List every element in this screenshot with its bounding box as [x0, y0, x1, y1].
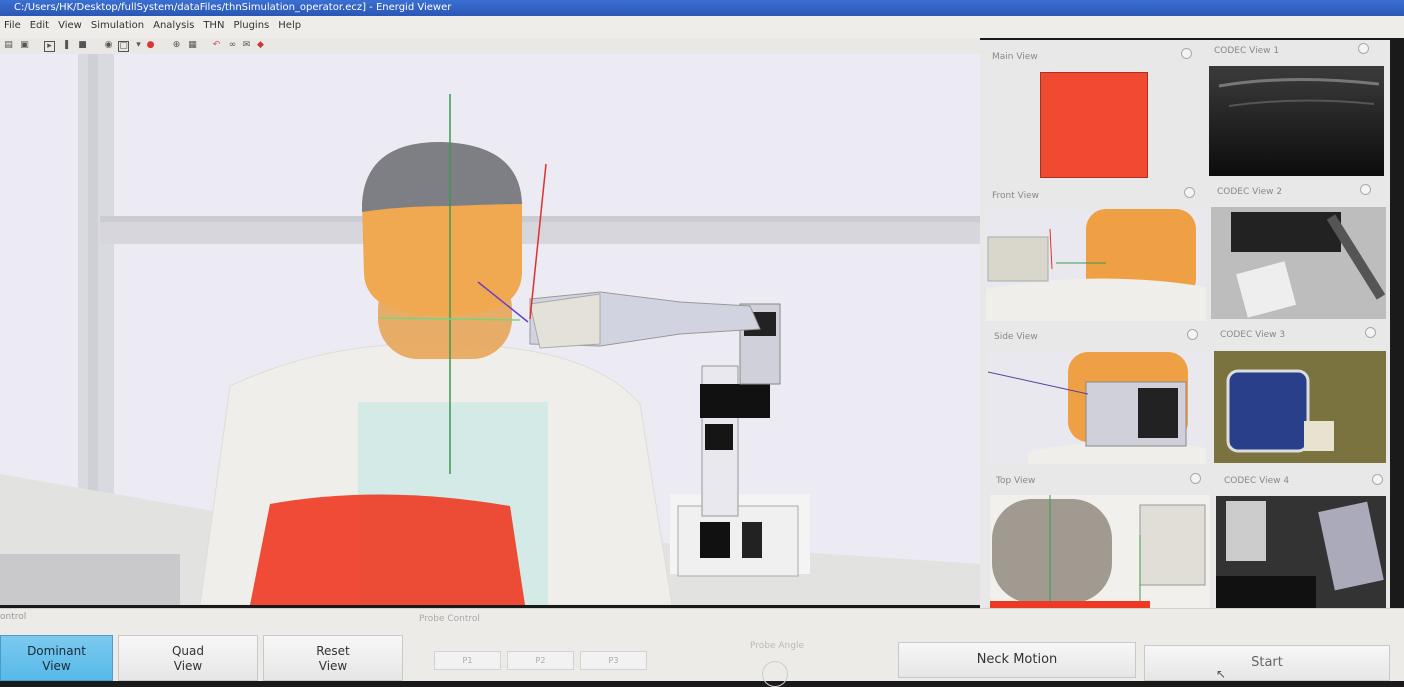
dominant-view-line1: Dominant: [27, 644, 86, 658]
gem-icon[interactable]: ◆: [256, 41, 265, 50]
codec-view-3-label: CODEC View 3: [1220, 330, 1286, 340]
chat-icon[interactable]: ✉: [242, 41, 251, 50]
quad-view-button[interactable]: Quad View: [118, 635, 258, 681]
stop-icon[interactable]: ■: [78, 41, 87, 50]
target-icon[interactable]: ⊕: [172, 41, 181, 50]
scene-render: [0, 54, 980, 605]
view-panel: Main View CODEC View 1 Front View CODEC …: [980, 40, 1390, 612]
control-panel: ontrol Probe Control Probe Angle Dominan…: [0, 608, 1404, 687]
quad-view-line1: Quad: [171, 644, 205, 658]
probe-angle-label: Probe Angle: [750, 641, 804, 651]
control-label: ontrol: [0, 612, 27, 622]
menu-bar: File Edit View Simulation Analysis THN Plugins…: [0, 16, 1404, 38]
codec-view-1-radio[interactable]: [1358, 43, 1369, 54]
main-view-swatch: [1040, 72, 1148, 178]
probe-control-label: Probe Control: [419, 614, 480, 624]
codec-view-4-label: CODEC View 4: [1224, 476, 1290, 486]
operator-hair: [362, 142, 522, 212]
link-icon[interactable]: ∞: [228, 41, 237, 50]
codec-view-2-label: CODEC View 2: [1217, 187, 1283, 197]
reset-view-line1: Reset: [316, 644, 350, 658]
menu-edit[interactable]: Edit: [26, 16, 54, 31]
neck-motion-button[interactable]: Neck Motion: [898, 642, 1136, 678]
simulation-viewport[interactable]: [0, 54, 980, 605]
probe-p1-button[interactable]: P1: [434, 651, 501, 670]
menu-thn[interactable]: THN: [199, 16, 229, 31]
side-view-image: [988, 352, 1206, 464]
front-view-label: Front View: [992, 191, 1039, 201]
quad-view-line2: View: [173, 659, 203, 673]
codec-view-3-radio[interactable]: [1365, 327, 1376, 338]
codec-view-2-image: [1211, 207, 1386, 319]
codec-view-3-image: [1214, 351, 1386, 463]
probe-p3-button[interactable]: P3: [580, 651, 647, 670]
codec-view-2-radio[interactable]: [1360, 184, 1371, 195]
codec-view-1-label: CODEC View 1: [1214, 46, 1280, 56]
menu-plugins[interactable]: Plugins: [229, 16, 274, 31]
front-view-image: [986, 209, 1206, 321]
mouse-cursor-icon: ↖: [1216, 667, 1227, 681]
top-view-image: [990, 495, 1210, 609]
menu-analysis[interactable]: Analysis: [149, 16, 199, 31]
top-view-radio[interactable]: [1190, 473, 1201, 484]
probe-angle-dial[interactable]: [762, 661, 788, 687]
menu-simulation[interactable]: Simulation: [87, 16, 149, 31]
codec-view-1-image: [1209, 66, 1384, 176]
menu-view[interactable]: View: [54, 16, 87, 31]
start-button[interactable]: Start: [1144, 645, 1390, 681]
undo-icon[interactable]: ↶: [212, 41, 221, 50]
window-title: C:/Users/HK/Desktop/fullSystem/dataFiles…: [14, 2, 452, 13]
window-title-bar: C:/Users/HK/Desktop/fullSystem/dataFiles…: [0, 0, 1404, 16]
probe-p2-button[interactable]: P2: [507, 651, 574, 670]
play-icon[interactable]: ▸: [44, 41, 55, 52]
grid-icon[interactable]: ▦: [188, 41, 197, 50]
open-folder-icon[interactable]: ▤: [4, 41, 13, 50]
front-view-radio[interactable]: [1184, 187, 1195, 198]
side-view-radio[interactable]: [1187, 329, 1198, 340]
top-view-label: Top View: [996, 476, 1036, 486]
main-view-radio[interactable]: [1181, 48, 1192, 59]
dominant-view-button[interactable]: Dominant View: [0, 635, 113, 681]
dominant-view-line2: View: [42, 659, 71, 673]
codec-view-4-image: [1216, 496, 1386, 610]
menu-file[interactable]: File: [0, 16, 26, 31]
toolbar: ▤ ▣ ▸ ❚ ■ ◉ ▢ ▾ ● ⊕ ▦ ↶ ∞ ✉ ◆: [0, 38, 980, 55]
reset-view-button[interactable]: Reset View: [263, 635, 403, 681]
save-icon[interactable]: ▣: [20, 41, 29, 50]
main-view-label: Main View: [992, 52, 1038, 62]
step-icon[interactable]: ❚: [62, 41, 71, 50]
dropdown-icon[interactable]: ▾: [134, 41, 143, 50]
camera-icon[interactable]: ◉: [104, 41, 113, 50]
select-icon[interactable]: ▢: [118, 41, 129, 52]
menu-help[interactable]: Help: [274, 16, 306, 31]
codec-view-4-radio[interactable]: [1372, 474, 1383, 485]
side-view-label: Side View: [994, 332, 1038, 342]
reset-view-line2: View: [318, 659, 348, 673]
record-icon[interactable]: ●: [146, 41, 155, 50]
